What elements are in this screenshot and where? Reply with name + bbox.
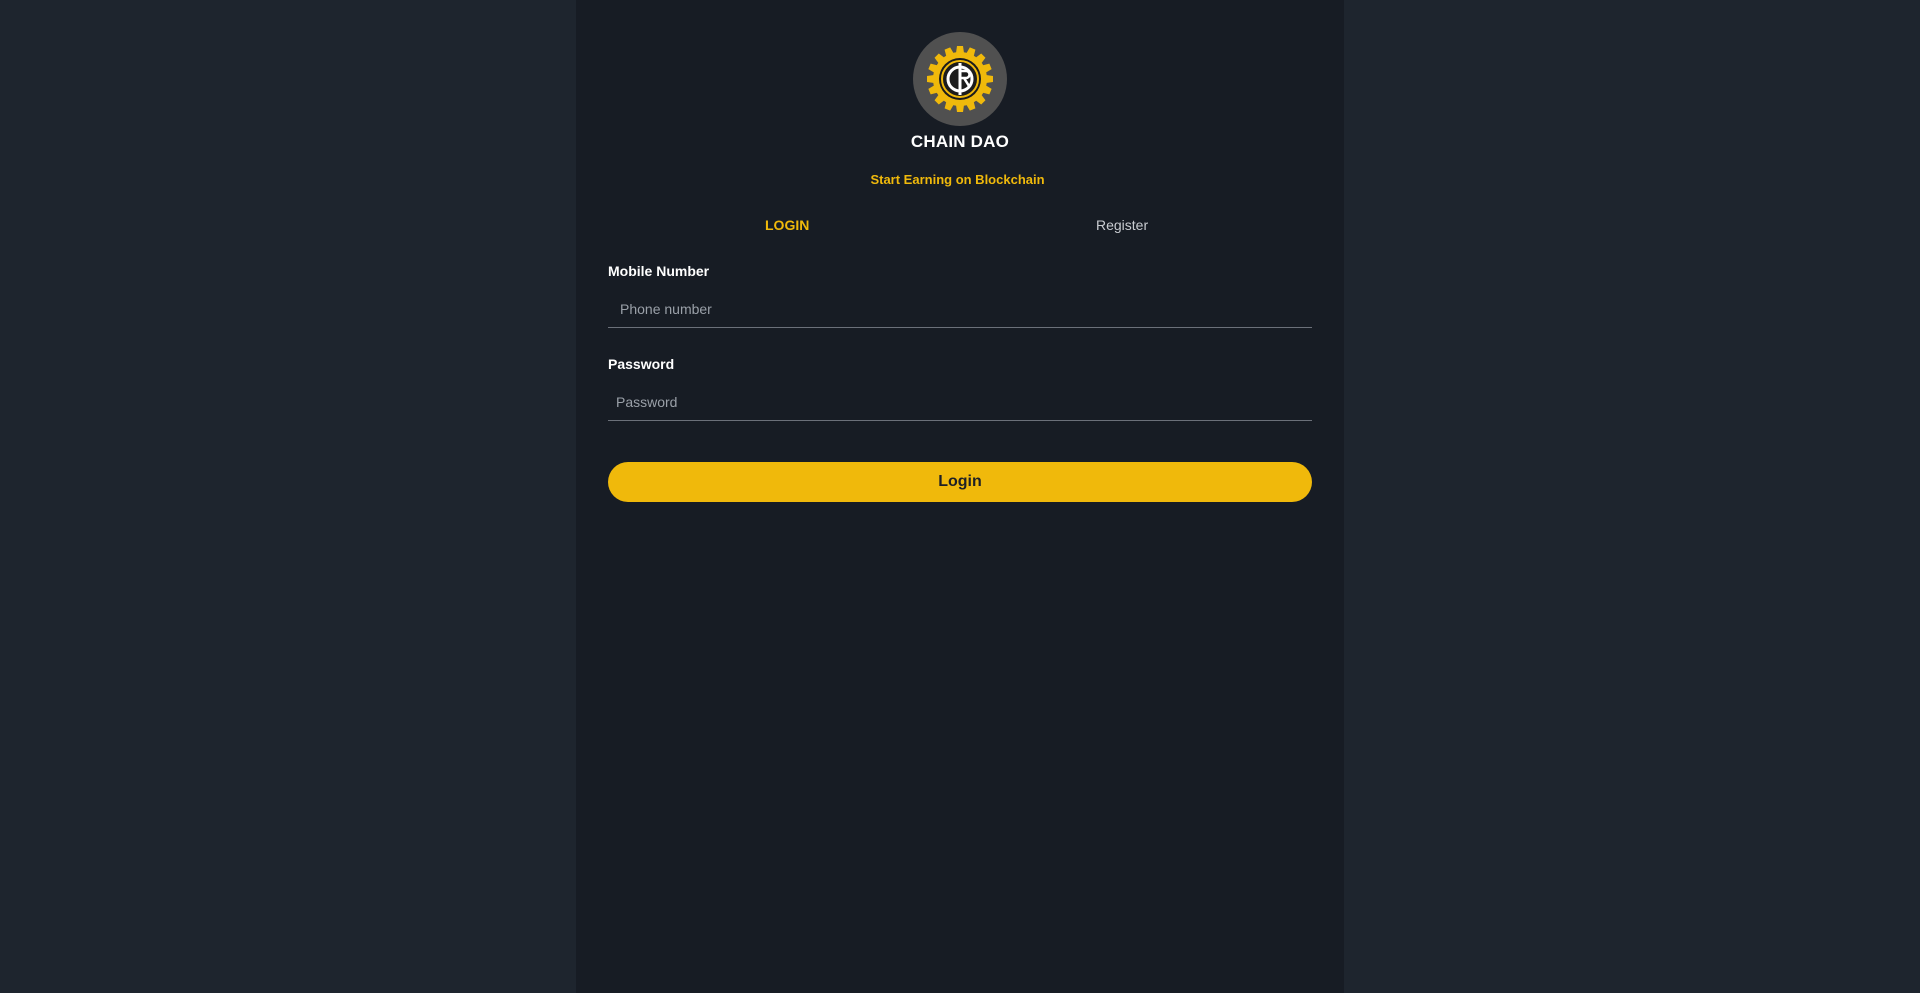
tab-login[interactable]: LOGIN bbox=[765, 217, 809, 233]
gear-logo-icon bbox=[927, 46, 993, 112]
login-panel: CHAIN DAO Start Earning on Blockchain LO… bbox=[576, 0, 1344, 993]
password-label: Password bbox=[608, 356, 675, 372]
phone-number-input[interactable] bbox=[608, 290, 1312, 328]
tagline: Start Earning on Blockchain bbox=[870, 172, 1045, 187]
logo bbox=[913, 32, 1007, 126]
mobile-number-label: Mobile Number bbox=[608, 263, 710, 279]
password-input[interactable] bbox=[608, 383, 1312, 421]
app-name: CHAIN DAO bbox=[910, 132, 1010, 151]
tab-register[interactable]: Register bbox=[1096, 217, 1148, 233]
login-button[interactable]: Login bbox=[608, 462, 1312, 502]
